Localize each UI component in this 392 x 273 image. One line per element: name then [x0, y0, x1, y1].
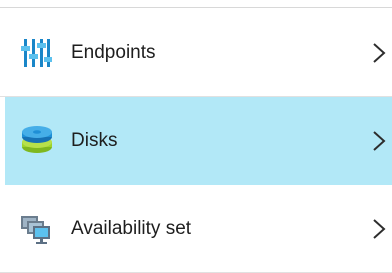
availability-set-icon — [20, 213, 52, 245]
settings-menu: Endpoints Disks Availability set — [0, 0, 392, 273]
menu-item-label: Availability set — [71, 218, 192, 239]
chevron-right-icon — [372, 130, 386, 152]
disks-icon — [20, 125, 52, 157]
menu-item-availability-set[interactable]: Availability set — [0, 185, 392, 273]
menu-item-endpoints[interactable]: Endpoints — [0, 9, 392, 97]
selection-highlight — [5, 97, 392, 185]
chevron-right-icon — [372, 42, 386, 64]
menu-item-label: Disks — [71, 130, 118, 151]
endpoints-icon — [20, 37, 52, 69]
top-divider — [0, 7, 392, 8]
menu-item-disks[interactable]: Disks — [5, 97, 392, 185]
menu-item-label: Endpoints — [71, 42, 156, 63]
chevron-right-icon — [372, 218, 386, 240]
